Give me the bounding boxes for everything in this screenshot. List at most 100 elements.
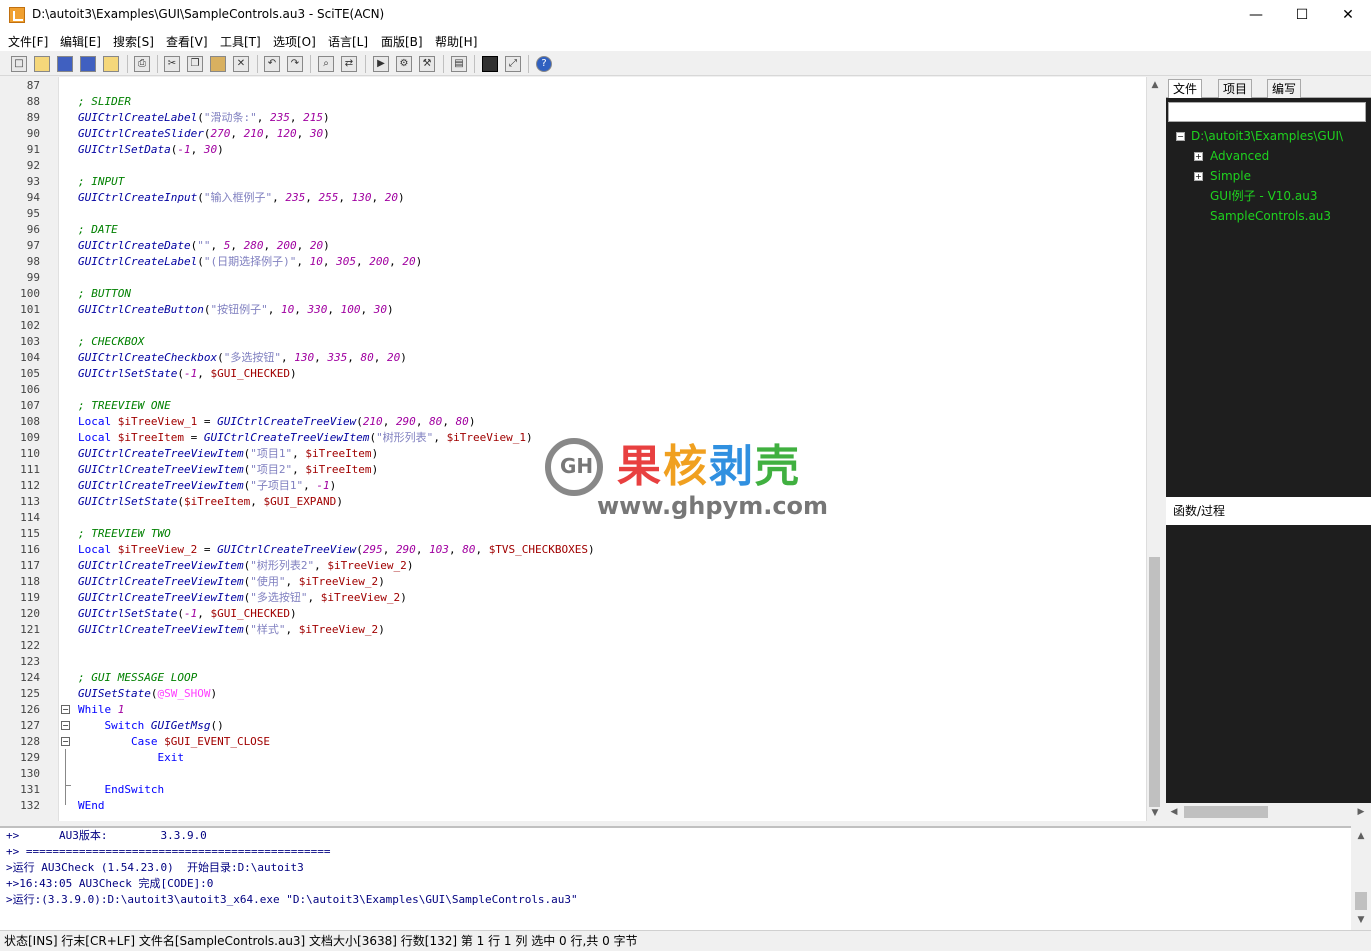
scroll-up-icon[interactable]: ▲	[1353, 828, 1369, 844]
code-line[interactable]: 90 GUICtrlCreateSlider(270, 210, 120, 30)	[0, 126, 1146, 142]
code-line[interactable]: 119 GUICtrlCreateTreeViewItem("多选按钮", $iT…	[0, 590, 1146, 606]
code-line[interactable]: 98 GUICtrlCreateLabel("(日期选择例子)", 10, 305…	[0, 254, 1146, 270]
save-icon[interactable]	[57, 56, 73, 72]
tree-root[interactable]: D:\autoit3\Examples\GUI\	[1191, 127, 1343, 145]
code-line[interactable]: 124 ; GUI MESSAGE LOOP	[0, 670, 1146, 686]
output-pane[interactable]: +> AU3版本: 3.3.9.0 +> ===================…	[0, 826, 1351, 930]
collapse-icon[interactable]: −	[1176, 132, 1185, 141]
save-all-icon[interactable]	[80, 56, 96, 72]
code-line[interactable]: 94 GUICtrlCreateInput("输入框例子", 235, 255, …	[0, 190, 1146, 206]
code-line[interactable]: 99	[0, 270, 1146, 286]
scroll-up-icon[interactable]: ▲	[1147, 77, 1163, 93]
open-icon[interactable]	[34, 56, 50, 72]
undo-icon[interactable]: ↶	[264, 56, 280, 72]
expand-icon[interactable]: +	[1194, 172, 1203, 181]
replace-icon[interactable]: ⇄	[341, 56, 357, 72]
code-line[interactable]: 123	[0, 654, 1146, 670]
scroll-left-icon[interactable]: ◀	[1166, 804, 1182, 820]
editor-vertical-scrollbar[interactable]: ▲ ▼	[1146, 77, 1162, 821]
help-icon[interactable]: ?	[536, 56, 552, 72]
redo-icon[interactable]: ↷	[287, 56, 303, 72]
menu-view[interactable]: 查看[V]	[166, 33, 208, 50]
code-line[interactable]: 101 GUICtrlCreateButton("按钮例子", 10, 330, …	[0, 302, 1146, 318]
cut-icon[interactable]: ✂	[164, 56, 180, 72]
menu-edit[interactable]: 编辑[E]	[60, 33, 101, 50]
menu-panel[interactable]: 面版[B]	[381, 33, 423, 50]
code-line[interactable]: 128 Case $GUI_EVENT_CLOSE	[0, 734, 1146, 750]
output-toggle-icon[interactable]	[482, 56, 498, 72]
code-line[interactable]: 103 ; CHECKBOX	[0, 334, 1146, 350]
open-folder-icon[interactable]	[103, 56, 119, 72]
code-line[interactable]: 89 GUICtrlCreateLabel("滑动条:", 235, 215)	[0, 110, 1146, 126]
minimize-button[interactable]: —	[1233, 0, 1279, 31]
code-line[interactable]: 92	[0, 158, 1146, 174]
build-icon[interactable]: ⚒	[419, 56, 435, 72]
tree-item-simple[interactable]: Simple	[1210, 167, 1251, 185]
copy-icon[interactable]: ❐	[187, 56, 203, 72]
code-line[interactable]: 122	[0, 638, 1146, 654]
tree-item-gui-example[interactable]: GUI例子 - V10.au3	[1210, 187, 1317, 205]
scroll-right-icon[interactable]: ▶	[1353, 804, 1369, 820]
maximize-button[interactable]: ☐	[1279, 0, 1325, 31]
new-icon[interactable]: □	[11, 56, 27, 72]
tab-files[interactable]: 文件	[1168, 79, 1203, 98]
functions-list[interactable]	[1166, 525, 1371, 803]
scroll-thumb[interactable]	[1184, 806, 1268, 818]
scroll-thumb[interactable]	[1149, 557, 1160, 807]
code-line[interactable]: 97 GUICtrlCreateDate("", 5, 280, 200, 20)	[0, 238, 1146, 254]
sidebar-horizontal-scrollbar[interactable]: ◀ ▶	[1166, 803, 1371, 821]
fold-toggle-icon[interactable]: −	[61, 705, 70, 714]
code-line[interactable]: 115 ; TREEVIEW TWO	[0, 526, 1146, 542]
code-line[interactable]: 108 Local $iTreeView_1 = GUICtrlCreateTre…	[0, 414, 1146, 430]
code-line[interactable]: 102	[0, 318, 1146, 334]
code-line[interactable]: 117 GUICtrlCreateTreeViewItem("树形列表2", $i…	[0, 558, 1146, 574]
print-icon[interactable]: ⎙	[134, 56, 150, 72]
code-line[interactable]: 125 GUISetState(@SW_SHOW)	[0, 686, 1146, 702]
run-icon[interactable]: ▶	[373, 56, 389, 72]
menu-help[interactable]: 帮助[H]	[435, 33, 477, 50]
tree-item-samplecontrols[interactable]: SampleControls.au3	[1210, 207, 1331, 225]
code-line[interactable]: 127 Switch GUIGetMsg()	[0, 718, 1146, 734]
code-line[interactable]: 87	[0, 78, 1146, 94]
code-line[interactable]: 88 ; SLIDER	[0, 94, 1146, 110]
code-line[interactable]: 105 GUICtrlSetState(-1, $GUI_CHECKED)	[0, 366, 1146, 382]
code-line[interactable]: 130	[0, 766, 1146, 782]
close-button[interactable]: ✕	[1325, 0, 1371, 31]
code-line[interactable]: 116 Local $iTreeView_2 = GUICtrlCreateTre…	[0, 542, 1146, 558]
scroll-down-icon[interactable]: ▼	[1353, 912, 1369, 928]
tab-compose[interactable]: 编写	[1267, 79, 1302, 98]
code-line[interactable]: 118 GUICtrlCreateTreeViewItem("使用", $iTre…	[0, 574, 1146, 590]
code-line[interactable]: 104 GUICtrlCreateCheckbox("多选按钮", 130, 33…	[0, 350, 1146, 366]
find-icon[interactable]: ⌕	[318, 56, 334, 72]
code-line[interactable]: 96 ; DATE	[0, 222, 1146, 238]
code-line[interactable]: 126 While 1	[0, 702, 1146, 718]
code-line[interactable]: 95	[0, 206, 1146, 222]
menu-language[interactable]: 语言[L]	[328, 33, 368, 50]
code-line[interactable]: 120 GUICtrlSetState(-1, $GUI_CHECKED)	[0, 606, 1146, 622]
sidebar-filter-input[interactable]	[1168, 102, 1366, 122]
code-line[interactable]: 100 ; BUTTON	[0, 286, 1146, 302]
code-line[interactable]: 106	[0, 382, 1146, 398]
fold-toggle-icon[interactable]: −	[61, 737, 70, 746]
compile-icon[interactable]: ⚙	[396, 56, 412, 72]
code-line[interactable]: 129 Exit	[0, 750, 1146, 766]
code-line[interactable]: 93 ; INPUT	[0, 174, 1146, 190]
maximize-icon[interactable]: ⤢	[505, 56, 521, 72]
output-scrollbar[interactable]: ▲ ▼	[1351, 826, 1371, 930]
scroll-down-icon[interactable]: ▼	[1147, 805, 1163, 821]
code-line[interactable]: 107 ; TREEVIEW ONE	[0, 398, 1146, 414]
delete-icon[interactable]: ✕	[233, 56, 249, 72]
paste-icon[interactable]	[210, 56, 226, 72]
code-line[interactable]: 121 GUICtrlCreateTreeViewItem("样式", $iTre…	[0, 622, 1146, 638]
expand-icon[interactable]: +	[1194, 152, 1203, 161]
code-line[interactable]: 91 GUICtrlSetData(-1, 30)	[0, 142, 1146, 158]
tree-item-advanced[interactable]: Advanced	[1210, 147, 1269, 165]
tab-project[interactable]: 项目	[1218, 79, 1253, 98]
menu-search[interactable]: 搜索[S]	[113, 33, 154, 50]
fullscreen-icon[interactable]: ▤	[451, 56, 467, 72]
code-line[interactable]: 131 EndSwitch	[0, 782, 1146, 798]
menu-tools[interactable]: 工具[T]	[220, 33, 261, 50]
scroll-thumb[interactable]	[1355, 892, 1367, 910]
fold-toggle-icon[interactable]: −	[61, 721, 70, 730]
menu-file[interactable]: 文件[F]	[8, 33, 48, 50]
